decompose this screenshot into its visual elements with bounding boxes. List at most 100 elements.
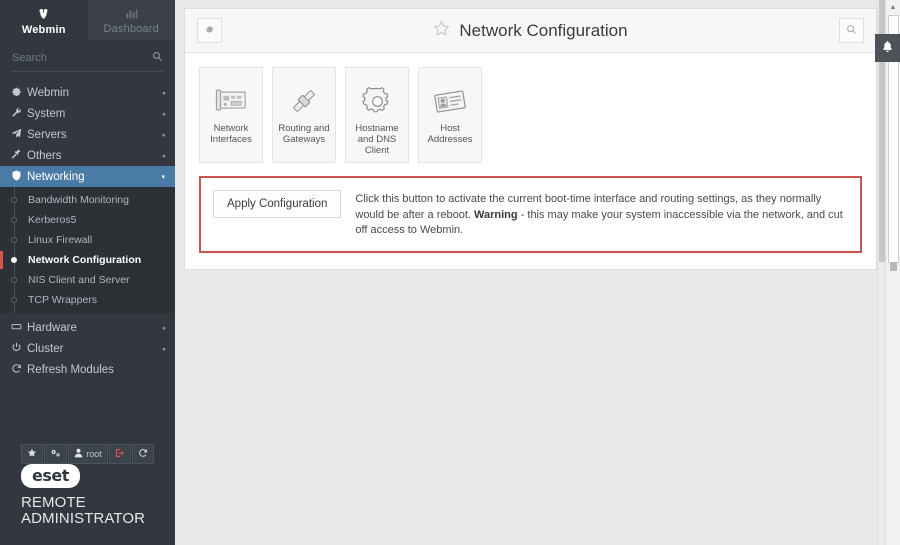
sidebar-brand-tabs: Webmin Dashboard <box>0 0 175 40</box>
content-panel: Network Configuration Network Interfaces… <box>184 8 877 270</box>
network-card-icon <box>214 81 248 121</box>
panel-header-right <box>839 18 864 43</box>
tab-webmin-label: Webmin <box>21 23 66 36</box>
bullet-icon <box>11 197 17 203</box>
sidebar-item-label: Webmin <box>27 86 69 99</box>
tab-dashboard-label: Dashboard <box>103 22 160 35</box>
gears-icon <box>50 448 61 461</box>
module-card-grid: Network Interfaces Routing and Gateways … <box>199 67 862 163</box>
bullet-icon <box>11 257 17 263</box>
bullet-icon <box>11 277 17 283</box>
sidebar-search[interactable] <box>12 44 163 72</box>
chevron-left-icon: ◂ <box>161 152 165 160</box>
favorites-button[interactable] <box>21 444 44 464</box>
star-outline-icon[interactable] <box>433 19 451 42</box>
submenu-item-label: Linux Firewall <box>28 234 93 246</box>
scrollbar-grip[interactable] <box>890 262 897 271</box>
settings-button[interactable] <box>44 444 68 464</box>
module-card-label: Routing and Gateways <box>278 123 330 145</box>
gear-3d-icon <box>361 81 393 121</box>
submenu-item-nis-client-and-server[interactable]: NIS Client and Server <box>0 270 175 290</box>
printer-icon <box>11 321 27 335</box>
window-scrollbar[interactable]: ▲ <box>885 0 900 545</box>
module-card-network-interfaces[interactable]: Network Interfaces <box>199 67 263 163</box>
sidebar-item-others[interactable]: Others ◂ <box>0 145 175 166</box>
user-button[interactable]: root <box>68 444 108 464</box>
sidebar-item-refresh-modules[interactable]: Refresh Modules <box>0 359 175 380</box>
chevron-down-icon: ▾ <box>161 173 165 181</box>
submenu-item-linux-firewall[interactable]: Linux Firewall <box>0 230 175 250</box>
sidebar-item-label: Hardware <box>27 321 77 334</box>
user-name-label: root <box>86 449 102 459</box>
module-card-hostname-and-dns-client[interactable]: Hostname and DNS Client <box>345 67 409 163</box>
scroll-up-arrow[interactable]: ▲ <box>886 0 900 14</box>
bullet-icon <box>11 297 17 303</box>
bullet-icon <box>11 217 17 223</box>
search-input[interactable] <box>12 51 132 64</box>
user-icon <box>74 448 83 461</box>
panel-header: Network Configuration <box>185 9 876 53</box>
tab-webmin[interactable]: Webmin <box>0 0 88 40</box>
sidebar-item-webmin[interactable]: Webmin ◂ <box>0 82 175 103</box>
submenu-item-tcp-wrappers[interactable]: TCP Wrappers <box>0 290 175 310</box>
submenu-item-label: Network Configuration <box>28 254 142 266</box>
search-button[interactable] <box>839 18 864 43</box>
paper-plane-icon <box>11 128 27 142</box>
tab-dashboard[interactable]: Dashboard <box>87 0 175 40</box>
webmin-app-window: Webmin Dashboard Search Webmin ◂ System … <box>0 0 900 545</box>
sidebar-item-hardware[interactable]: Hardware ◂ <box>0 317 175 338</box>
refresh-icon <box>11 363 27 377</box>
webmin-logo-icon <box>37 7 50 23</box>
refresh-button[interactable] <box>131 444 154 464</box>
refresh-icon <box>138 448 148 461</box>
shield-icon <box>11 170 27 184</box>
search-icon[interactable] <box>152 51 163 65</box>
sidebar-item-cluster[interactable]: Cluster ◂ <box>0 338 175 359</box>
submenu-item-network-configuration[interactable]: Network Configuration <box>0 250 175 270</box>
submenu-item-bandwidth-monitoring[interactable]: Bandwidth Monitoring <box>0 190 175 210</box>
chevron-left-icon: ◂ <box>161 89 165 97</box>
sidebar-item-system[interactable]: System ◂ <box>0 103 175 124</box>
module-card-label: Hostname and DNS Client <box>355 123 399 156</box>
sidebar-item-label: Refresh Modules <box>27 363 114 376</box>
sidebar-item-networking[interactable]: Networking ▾ <box>0 166 175 187</box>
logout-button[interactable] <box>108 444 131 464</box>
logout-icon <box>115 448 125 461</box>
module-card-label: Host Addresses <box>427 123 473 145</box>
inner-scrollbar[interactable] <box>877 0 885 545</box>
apply-configuration-section: Apply Configuration Click this button to… <box>199 176 862 253</box>
eset-logo: eset REMOTE ADMINISTRATOR <box>0 464 175 545</box>
apply-configuration-description: Click this button to activate the curren… <box>355 190 850 239</box>
submenu-item-label: Bandwidth Monitoring <box>28 194 129 206</box>
panel-title-group: Network Configuration <box>185 19 876 42</box>
eset-badge-label: eset <box>21 464 80 488</box>
panel-body: Network Interfaces Routing and Gateways … <box>185 53 876 269</box>
gear-icon <box>204 24 215 38</box>
gear-icon <box>11 86 27 100</box>
chart-icon <box>125 8 138 22</box>
module-card-host-addresses[interactable]: Host Addresses <box>418 67 482 163</box>
warning-label: Warning <box>474 208 518 221</box>
eset-logo-line2: ADMINISTRATOR <box>21 510 146 527</box>
bell-icon <box>881 40 894 56</box>
submenu-item-label: NIS Client and Server <box>28 274 130 286</box>
sidebar-item-label: Networking <box>27 170 85 183</box>
sidebar-item-label: Servers <box>27 128 67 141</box>
submenu-item-kerberos5[interactable]: Kerberos5 <box>0 210 175 230</box>
sidebar-item-label: System <box>27 107 66 120</box>
apply-configuration-button[interactable]: Apply Configuration <box>213 190 342 218</box>
module-config-button[interactable] <box>197 18 222 43</box>
id-card-icon <box>433 81 467 121</box>
main-content: Network Configuration Network Interfaces… <box>175 0 900 545</box>
submenu-item-label: Kerberos5 <box>28 214 77 226</box>
chevron-left-icon: ◂ <box>161 131 165 139</box>
route-pipe-icon <box>288 81 320 121</box>
sidebar-item-servers[interactable]: Servers ◂ <box>0 124 175 145</box>
sidebar-item-label: Cluster <box>27 342 64 355</box>
notifications-button[interactable] <box>875 34 900 62</box>
hammer-icon <box>11 148 27 163</box>
page-title: Network Configuration <box>459 20 628 40</box>
power-icon <box>11 342 27 356</box>
sidebar-item-label: Others <box>27 149 62 162</box>
module-card-routing-and-gateways[interactable]: Routing and Gateways <box>272 67 336 163</box>
